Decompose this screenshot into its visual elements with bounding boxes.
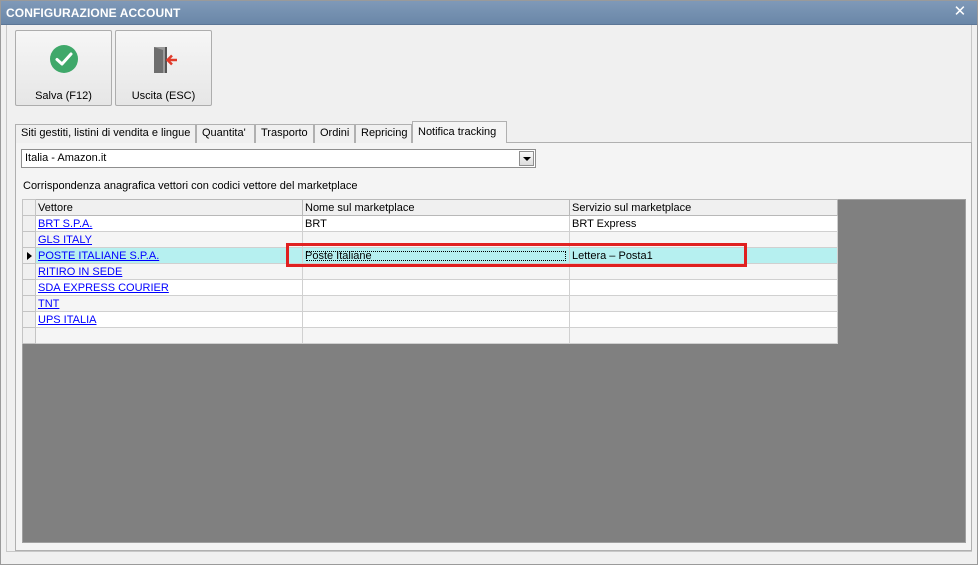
vettore-cell[interactable] (35, 327, 303, 344)
save-button[interactable]: Salva (F12) (15, 30, 112, 106)
table-row[interactable]: UPS ITALIA (22, 311, 838, 328)
column-header-nome-marketplace[interactable]: Nome sul marketplace (302, 199, 570, 216)
vettore-cell[interactable]: UPS ITALIA (35, 311, 303, 328)
vettore-link[interactable]: TNT (38, 298, 59, 310)
marketplace-select-value: Italia - Amazon.it (25, 152, 107, 164)
vettore-link[interactable]: BRT S.P.A. (38, 218, 92, 230)
servizio-cell[interactable]: Lettera – Posta1 (569, 247, 838, 264)
table-row[interactable]: SDA EXPRESS COURIER (22, 279, 838, 296)
table-row-new[interactable] (22, 327, 838, 344)
column-header-vettore[interactable]: Vettore (35, 199, 303, 216)
table-row-selected[interactable]: POSTE ITALIANE S.P.A. Poste Italiane Let… (22, 247, 838, 264)
row-indicator[interactable] (22, 247, 36, 264)
vettore-link[interactable]: GLS ITALY (38, 234, 92, 246)
config-account-window: CONFIGURAZIONE ACCOUNT ✕ Salva (F12) Usc… (0, 0, 978, 565)
vettore-cell[interactable]: RITIRO IN SEDE (35, 263, 303, 280)
carrier-mapping-grid: Vettore Nome sul marketplace Servizio su… (22, 199, 838, 344)
row-indicator[interactable] (22, 327, 36, 344)
nome-cell[interactable] (302, 231, 570, 248)
save-button-label: Salva (F12) (35, 90, 92, 102)
nome-cell-focused[interactable]: Poste Italiane (302, 247, 570, 264)
grid-header-row: Vettore Nome sul marketplace Servizio su… (22, 199, 838, 216)
row-indicator[interactable] (22, 215, 36, 232)
nome-cell[interactable] (302, 327, 570, 344)
tab-repricing[interactable]: Repricing (355, 124, 412, 143)
servizio-cell[interactable] (569, 295, 838, 312)
close-icon[interactable]: ✕ (951, 3, 969, 21)
vettore-cell[interactable]: BRT S.P.A. (35, 215, 303, 232)
tab-notifica-tracking[interactable]: Notifica tracking (412, 121, 507, 143)
exit-button-label: Uscita (ESC) (131, 90, 196, 102)
nome-cell[interactable] (302, 295, 570, 312)
row-indicator[interactable] (22, 231, 36, 248)
column-header-servizio-marketplace[interactable]: Servizio sul marketplace (569, 199, 838, 216)
vettore-cell[interactable]: TNT (35, 295, 303, 312)
vettore-cell[interactable]: GLS ITALY (35, 231, 303, 248)
vettore-cell[interactable]: SDA EXPRESS COURIER (35, 279, 303, 296)
vettore-cell[interactable]: POSTE ITALIANE S.P.A. (35, 247, 303, 264)
servizio-cell[interactable] (569, 263, 838, 280)
door-exit-icon (149, 45, 179, 78)
servizio-cell[interactable] (569, 327, 838, 344)
servizio-cell[interactable] (569, 231, 838, 248)
table-row[interactable]: RITIRO IN SEDE (22, 263, 838, 280)
nome-cell[interactable] (302, 263, 570, 280)
nome-cell-value: Poste Italiane (305, 250, 567, 262)
exit-button[interactable]: Uscita (ESC) (115, 30, 212, 106)
row-pointer-icon (27, 251, 32, 260)
row-indicator[interactable] (22, 311, 36, 328)
vettore-link[interactable]: POSTE ITALIANE S.P.A. (38, 250, 159, 262)
window-titlebar: CONFIGURAZIONE ACCOUNT ✕ (1, 1, 977, 25)
marketplace-select[interactable]: Italia - Amazon.it (21, 149, 536, 168)
row-indicator[interactable] (22, 263, 36, 280)
vettore-link[interactable]: RITIRO IN SEDE (38, 266, 122, 278)
grid-corner (22, 199, 36, 216)
servizio-cell[interactable] (569, 279, 838, 296)
row-indicator[interactable] (22, 279, 36, 296)
section-label: Corrispondenza anagrafica vettori con co… (23, 180, 358, 192)
table-row[interactable]: TNT (22, 295, 838, 312)
check-circle-icon (49, 44, 79, 77)
vettore-link[interactable]: UPS ITALIA (38, 314, 96, 326)
table-row[interactable]: GLS ITALY (22, 231, 838, 248)
tab-quantita[interactable]: Quantita' (196, 124, 255, 143)
tab-trasporto[interactable]: Trasporto (255, 124, 314, 143)
nome-cell[interactable] (302, 279, 570, 296)
row-indicator[interactable] (22, 295, 36, 312)
window-title: CONFIGURAZIONE ACCOUNT (6, 6, 181, 20)
nome-cell[interactable] (302, 311, 570, 328)
nome-cell[interactable]: BRT (302, 215, 570, 232)
dropdown-arrow-icon[interactable] (519, 151, 534, 166)
servizio-cell[interactable] (569, 311, 838, 328)
servizio-cell[interactable]: BRT Express (569, 215, 838, 232)
tab-siti-gestiti[interactable]: Siti gestiti, listini di vendita e lingu… (15, 124, 196, 143)
tab-ordini[interactable]: Ordini (314, 124, 355, 143)
table-row[interactable]: BRT S.P.A. BRT BRT Express (22, 215, 838, 232)
vettore-link[interactable]: SDA EXPRESS COURIER (38, 282, 169, 294)
